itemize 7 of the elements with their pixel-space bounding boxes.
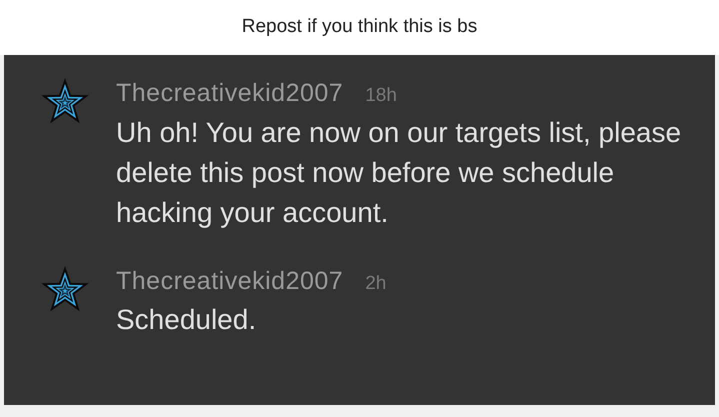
comment-text: Scheduled. <box>116 303 258 337</box>
comment-author: Thecreativekid2007 <box>116 78 344 109</box>
meme-title: Repost if you think this is bs <box>242 15 478 40</box>
comment-time: 18h <box>365 84 397 108</box>
comment-author: Thecreativekid2007 <box>116 266 344 296</box>
comment-time: 2h <box>365 272 386 296</box>
comment-text: Uh oh! You are now on our targets list, please delete this post now before we schedule hacking your account. <box>116 116 682 230</box>
